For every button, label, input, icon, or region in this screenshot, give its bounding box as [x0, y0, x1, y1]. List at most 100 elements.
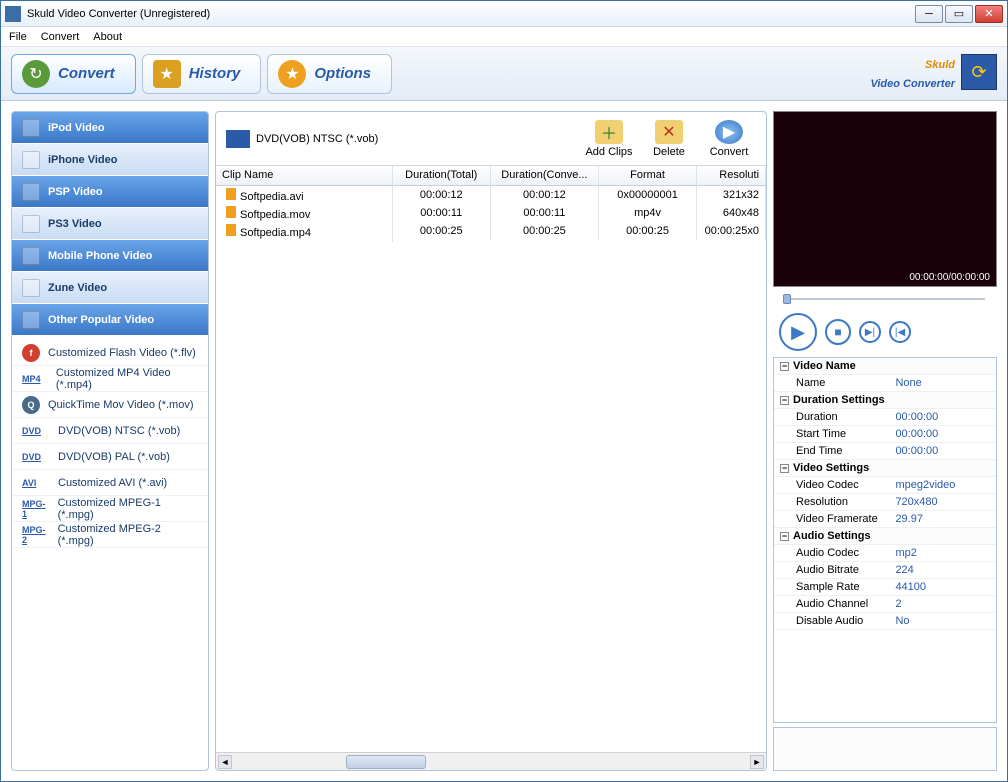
convert-disc-icon: ▶ — [715, 120, 743, 144]
history-icon: ★ — [153, 60, 181, 88]
device-icon — [22, 279, 40, 297]
tab-options[interactable]: ★ Options — [267, 54, 392, 94]
header-resolution[interactable]: Resoluti — [697, 166, 766, 185]
property-row[interactable]: Disable AudioNo — [774, 613, 996, 630]
header-duration-converted[interactable]: Duration(Conve... — [491, 166, 599, 185]
header-duration-total[interactable]: Duration(Total) — [393, 166, 491, 185]
seek-knob[interactable] — [783, 294, 791, 304]
properties-grid: −Video NameNameNone−Duration SettingsDur… — [773, 357, 997, 723]
property-row[interactable]: Audio Codecmp2 — [774, 545, 996, 562]
scroll-left-arrow[interactable]: ◄ — [218, 755, 232, 769]
sidebar-category[interactable]: iPhone Video — [12, 144, 208, 176]
window-controls: ─ ▭ ✕ — [915, 5, 1003, 23]
clip-row[interactable]: Softpedia.avi00:00:1200:00:120x000000013… — [216, 186, 766, 204]
property-row[interactable]: Resolution720x480 — [774, 494, 996, 511]
scroll-right-arrow[interactable]: ► — [750, 755, 764, 769]
app-icon — [5, 6, 21, 22]
sidebar-category[interactable]: Other Popular Video — [12, 304, 208, 336]
format-item[interactable]: QQuickTime Mov Video (*.mov) — [12, 392, 208, 418]
dvd-icon — [226, 130, 250, 148]
tab-convert[interactable]: ↻ Convert — [11, 54, 136, 94]
property-row[interactable]: Start Time00:00:00 — [774, 426, 996, 443]
format-badge-icon: DVD — [22, 426, 50, 436]
format-badge-icon: AVI — [22, 478, 50, 488]
brand-text: Skuld Video Converter — [870, 53, 955, 91]
property-row[interactable]: Video Codecmpeg2video — [774, 477, 996, 494]
tab-convert-label: Convert — [58, 65, 115, 82]
delete-button[interactable]: ✕ Delete — [642, 120, 696, 158]
device-icon — [22, 151, 40, 169]
file-icon — [226, 206, 236, 218]
convert-button[interactable]: ▶ Convert — [702, 120, 756, 158]
tab-history-label: History — [189, 65, 241, 82]
sidebar-category[interactable]: PS3 Video — [12, 208, 208, 240]
clip-row[interactable]: Softpedia.mp400:00:2500:00:2500:00:2500:… — [216, 222, 766, 240]
clip-row[interactable]: Softpedia.mov00:00:1100:00:11mp4v640x48 — [216, 204, 766, 222]
property-row[interactable]: End Time00:00:00 — [774, 443, 996, 460]
stop-button[interactable]: ■ — [825, 319, 851, 345]
property-group[interactable]: −Video Name — [774, 358, 996, 375]
menu-file[interactable]: File — [9, 31, 27, 43]
header-clip-name[interactable]: Clip Name — [216, 166, 393, 185]
scroll-thumb[interactable] — [346, 755, 426, 769]
device-icon — [22, 215, 40, 233]
play-button[interactable]: ▶ — [779, 313, 817, 351]
property-group[interactable]: −Duration Settings — [774, 392, 996, 409]
close-button[interactable]: ✕ — [975, 5, 1003, 23]
player-controls: ▶ ■ ▶| |◀ — [773, 311, 997, 353]
video-preview: 00:00:00/00:00:00 — [773, 111, 997, 287]
current-profile: DVD(VOB) NTSC (*.vob) — [226, 130, 576, 148]
device-icon — [22, 183, 40, 201]
property-row[interactable]: Audio Bitrate224 — [774, 562, 996, 579]
sidebar-category[interactable]: Zune Video — [12, 272, 208, 304]
tab-history[interactable]: ★ History — [142, 54, 262, 94]
window-title: Skuld Video Converter (Unregistered) — [27, 8, 915, 20]
format-badge-icon: MPG-1 — [22, 499, 50, 519]
horizontal-scrollbar[interactable]: ◄ ► — [216, 752, 766, 770]
menu-convert[interactable]: Convert — [41, 31, 80, 43]
property-group[interactable]: −Audio Settings — [774, 528, 996, 545]
format-item[interactable]: fCustomized Flash Video (*.flv) — [12, 340, 208, 366]
content-area: iPod VideoiPhone VideoPSP VideoPS3 Video… — [1, 101, 1007, 781]
property-group[interactable]: −Video Settings — [774, 460, 996, 477]
profile-sidebar: iPod VideoiPhone VideoPSP VideoPS3 Video… — [11, 111, 209, 771]
format-item[interactable]: MPG-1Customized MPEG-1 (*.mpg) — [12, 496, 208, 522]
sidebar-category[interactable]: PSP Video — [12, 176, 208, 208]
add-clips-button[interactable]: ＋ Add Clips — [582, 120, 636, 158]
folder-plus-icon: ＋ — [595, 120, 623, 144]
device-icon — [22, 119, 40, 137]
file-icon — [226, 188, 236, 200]
property-row[interactable]: Duration00:00:00 — [774, 409, 996, 426]
sidebar-category[interactable]: iPod Video — [12, 112, 208, 144]
info-box — [773, 727, 997, 771]
options-icon: ★ — [278, 60, 306, 88]
property-row[interactable]: Audio Channel2 — [774, 596, 996, 613]
tab-options-label: Options — [314, 65, 371, 82]
clip-grid-header: Clip Name Duration(Total) Duration(Conve… — [216, 166, 766, 186]
sidebar-category[interactable]: Mobile Phone Video — [12, 240, 208, 272]
format-item[interactable]: AVICustomized AVI (*.avi) — [12, 470, 208, 496]
folder-delete-icon: ✕ — [655, 120, 683, 144]
menu-about[interactable]: About — [93, 31, 122, 43]
seek-bar[interactable] — [777, 293, 993, 305]
format-item[interactable]: DVDDVD(VOB) PAL (*.vob) — [12, 444, 208, 470]
collapse-icon[interactable]: − — [780, 464, 789, 473]
format-item[interactable]: MPG-2Customized MPEG-2 (*.mpg) — [12, 522, 208, 548]
prev-button[interactable]: |◀ — [889, 321, 911, 343]
property-row[interactable]: Sample Rate44100 — [774, 579, 996, 596]
collapse-icon[interactable]: − — [780, 532, 789, 541]
property-row[interactable]: Video Framerate29.97 — [774, 511, 996, 528]
minimize-button[interactable]: ─ — [915, 5, 943, 23]
next-button[interactable]: ▶| — [859, 321, 881, 343]
header-format[interactable]: Format — [599, 166, 697, 185]
maximize-button[interactable]: ▭ — [945, 5, 973, 23]
format-item[interactable]: DVDDVD(VOB) NTSC (*.vob) — [12, 418, 208, 444]
file-icon — [226, 224, 236, 236]
preview-timecode: 00:00:00/00:00:00 — [909, 272, 990, 283]
preview-pane: 00:00:00/00:00:00 ▶ ■ ▶| |◀ −Video NameN… — [773, 111, 997, 771]
format-badge-icon: f — [22, 344, 40, 362]
collapse-icon[interactable]: − — [780, 362, 789, 371]
collapse-icon[interactable]: − — [780, 396, 789, 405]
property-row[interactable]: NameNone — [774, 375, 996, 392]
format-item[interactable]: MP4Customized MP4 Video (*.mp4) — [12, 366, 208, 392]
